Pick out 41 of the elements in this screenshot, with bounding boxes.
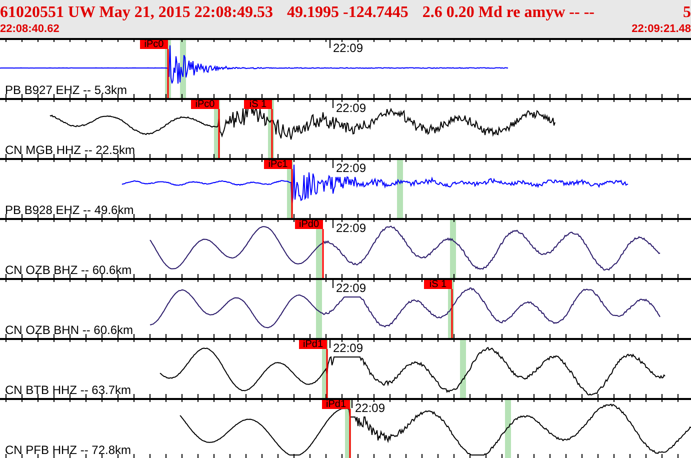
event-info: 2.6 0.20 Md re amyw -- -- xyxy=(422,3,594,23)
event-info: 5 xyxy=(683,3,691,23)
station-label: CN PFB HHZ -- 72.8km xyxy=(5,443,132,457)
pick-line xyxy=(326,349,328,398)
pick-flag[interactable]: iPc0 xyxy=(191,100,219,110)
arrival-band xyxy=(316,280,322,338)
pick-flag[interactable]: iPc0 xyxy=(140,40,168,50)
pick-flag[interactable]: iPd1 xyxy=(322,400,350,410)
pick-line xyxy=(271,109,273,158)
pick-flag[interactable]: iPc1 xyxy=(264,160,292,170)
event-info: 49.1995 -124.7445 xyxy=(287,3,408,23)
pick-line xyxy=(451,289,453,338)
time-label: 22:09 xyxy=(336,281,366,295)
pick-flag[interactable]: iS 1 xyxy=(244,100,272,110)
time-label: 22:09 xyxy=(336,161,366,175)
time-label: 22:09 xyxy=(333,341,364,355)
pick-flag[interactable]: iPd1 xyxy=(299,340,327,350)
pick-line xyxy=(291,169,293,218)
arrival-band xyxy=(505,400,511,458)
station-label: CN MGB HHZ -- 22.5km xyxy=(5,143,136,157)
station-label: CN OZB BHN -- 60.6km xyxy=(5,323,134,337)
station-label: PB B928 EHZ -- 49.6km xyxy=(5,203,134,217)
time-label: 22:09 xyxy=(336,221,366,235)
start-time: 22:08:40.62 xyxy=(0,23,60,36)
pick-line xyxy=(322,229,324,278)
station-label: CN OZB BHZ -- 60.6km xyxy=(5,263,132,277)
station-label: PB B927 EHZ -- 5.3km xyxy=(5,83,128,97)
pick-flag[interactable]: iS 1 xyxy=(424,280,452,290)
end-time: 22:09:21.48 xyxy=(632,23,691,36)
pick-line xyxy=(349,409,351,458)
time-label: 22:09 xyxy=(355,401,386,415)
station-label: CN BTB HHZ -- 63.7km xyxy=(5,383,132,397)
pick-line xyxy=(218,109,220,158)
arrival-band xyxy=(460,340,466,398)
event-info: 61020551 UW May 21, 2015 22:08:49.53 xyxy=(0,3,274,23)
arrival-band xyxy=(450,220,456,278)
pick-flag[interactable]: iPd0 xyxy=(295,220,323,230)
arrival-band xyxy=(397,160,403,218)
time-label: 22:09 xyxy=(333,41,364,55)
pick-line xyxy=(167,49,169,98)
time-label: 22:09 xyxy=(336,101,366,115)
